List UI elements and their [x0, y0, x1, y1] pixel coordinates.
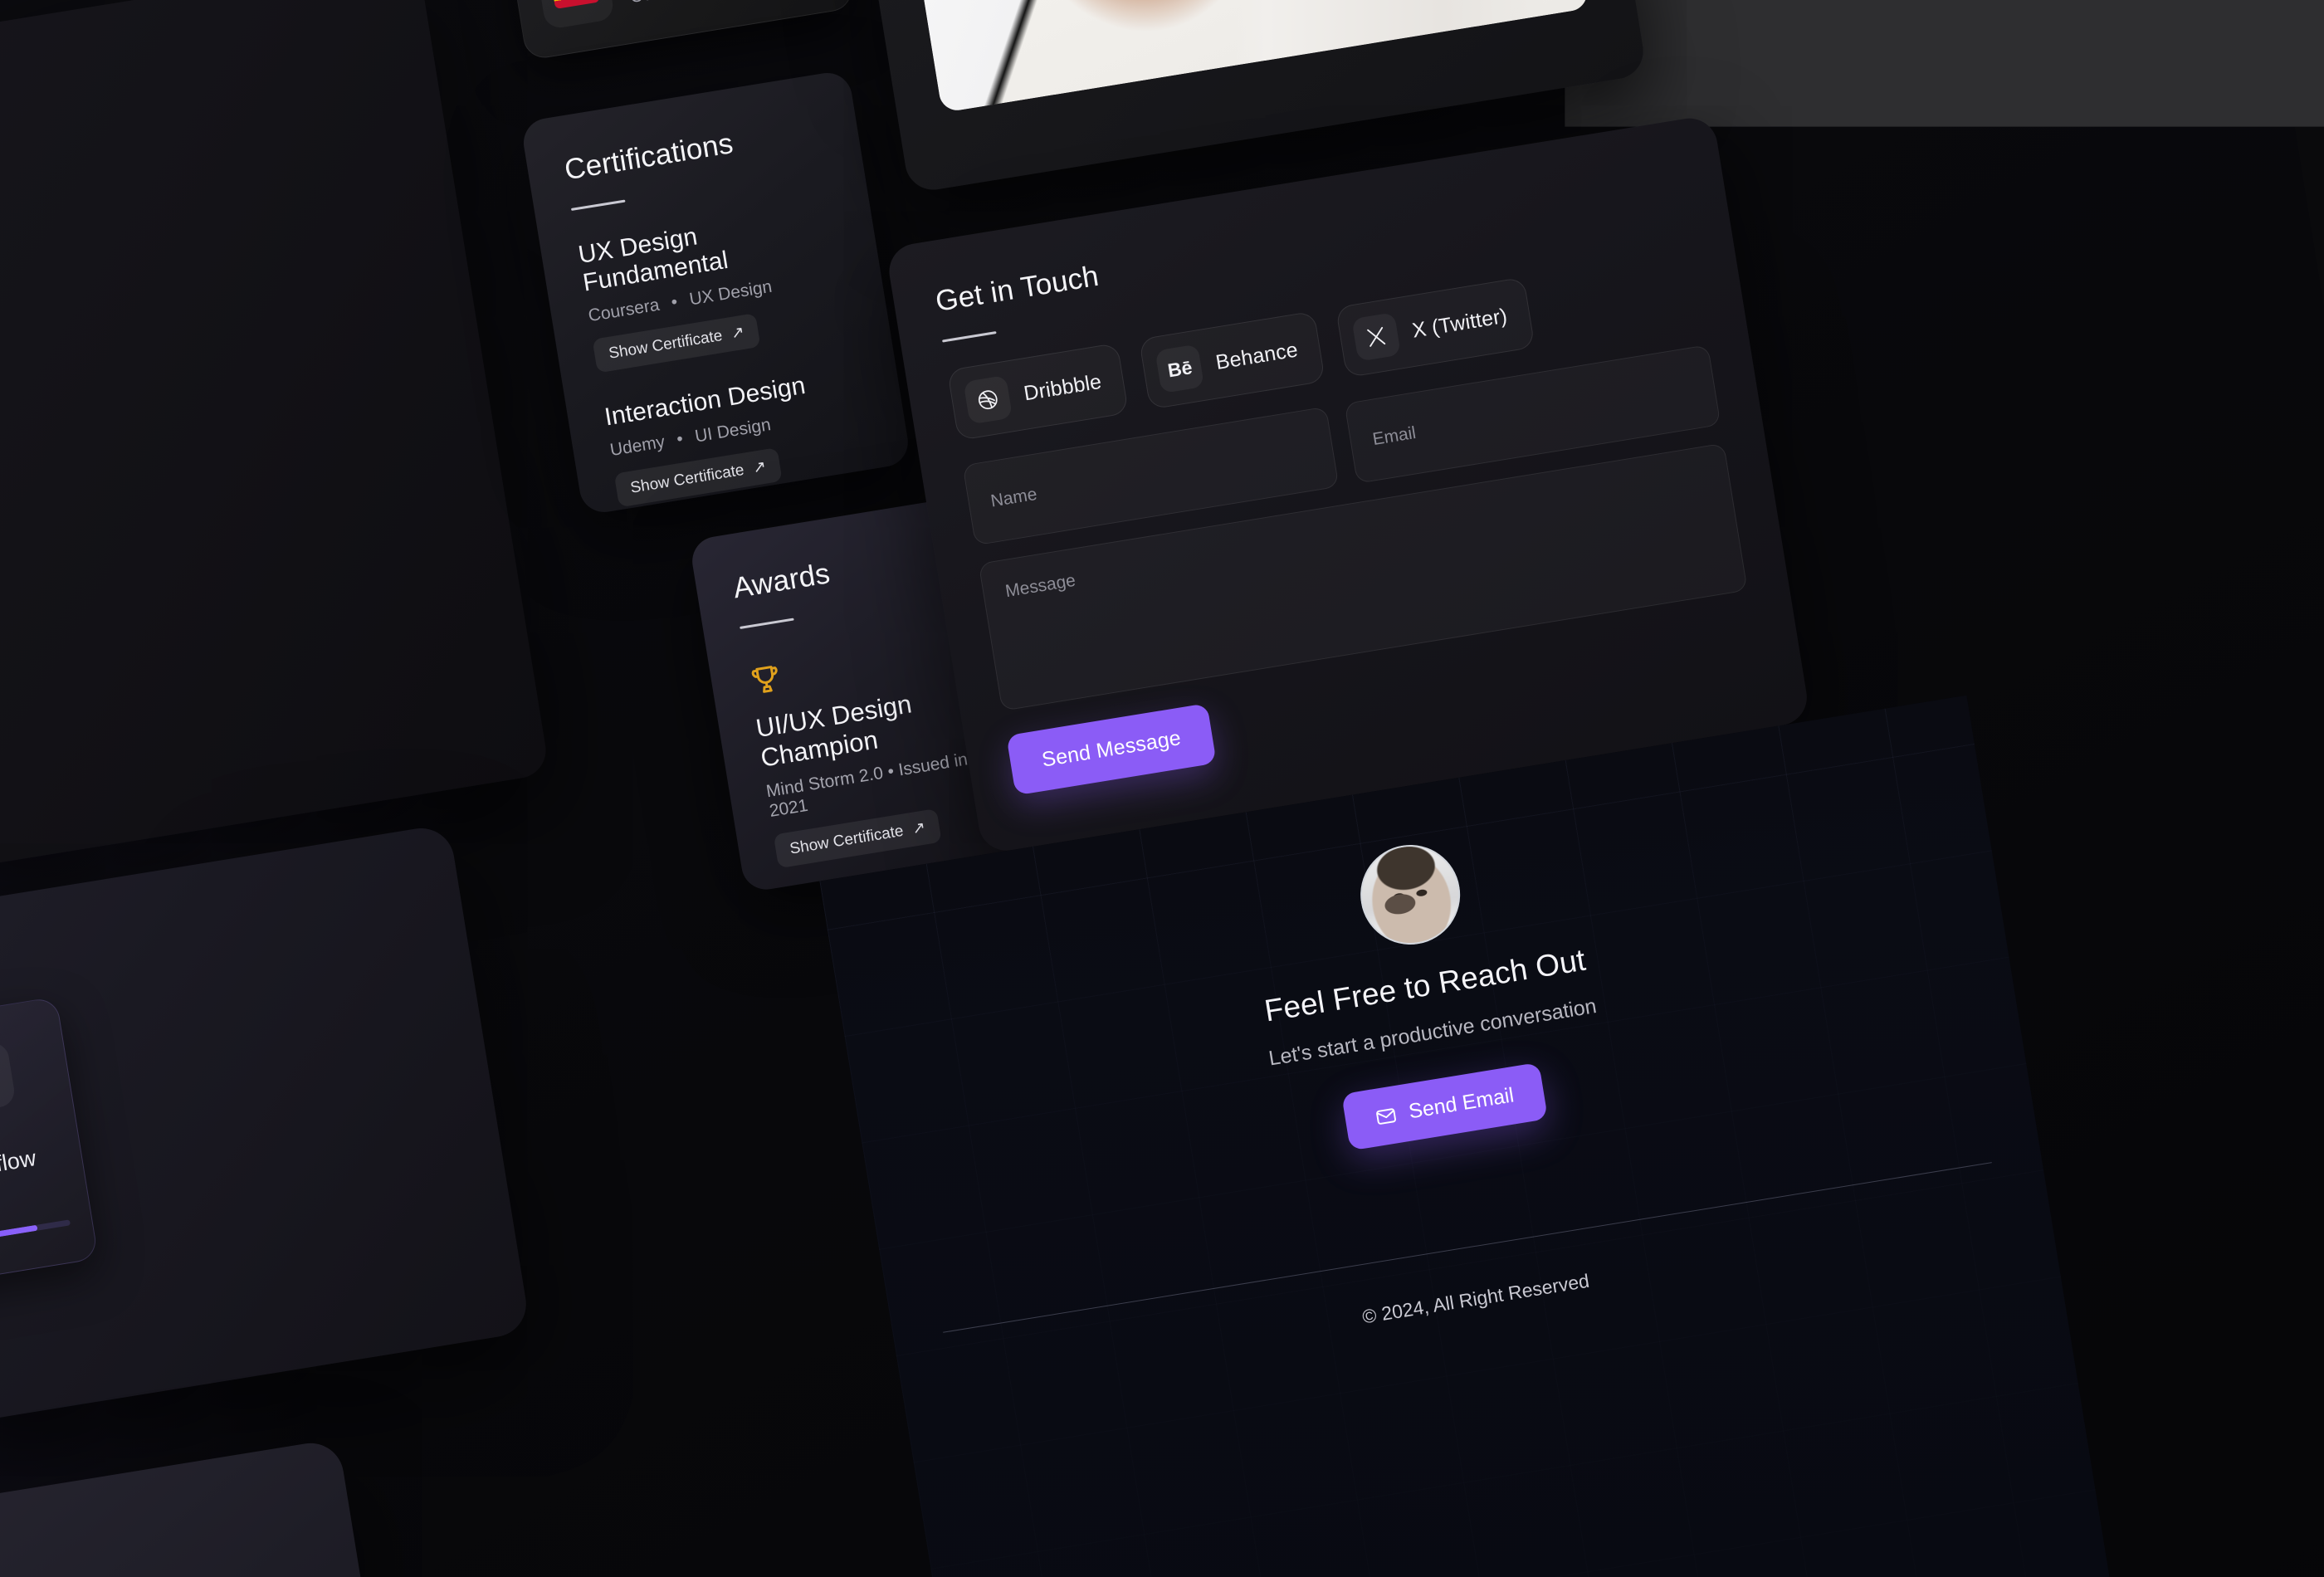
meta-separator: •	[886, 761, 896, 782]
send-message-button[interactable]: Send Message	[1006, 703, 1217, 796]
show-certificate-label: Show Certificate	[629, 461, 745, 497]
social-link-label: Dribbble	[1022, 369, 1103, 405]
show-certificate-label: Show Certificate	[607, 326, 724, 363]
social-link-label: X (Twitter)	[1410, 304, 1509, 343]
title-rule	[740, 618, 794, 629]
person-holding-phone-photo	[860, 0, 1590, 114]
desktop-corner-backdrop	[1565, 0, 2324, 127]
spain-flag-icon	[535, 0, 616, 31]
show-certificate-button[interactable]: Show Certificate ↗	[592, 313, 761, 374]
certification-provider: Udemy	[608, 432, 666, 461]
language-level: Conversional	[628, 0, 732, 7]
arrow-up-right-icon: ↗	[751, 457, 768, 477]
certification-category: UI Design	[693, 415, 773, 447]
dribbble-icon	[963, 374, 1013, 425]
social-link-x-twitter[interactable]: X (Twitter)	[1335, 276, 1536, 378]
certification-item: UX Design Fundamental Coursera • UX Desi…	[576, 201, 853, 374]
social-link-behance[interactable]: Bē Behance	[1139, 310, 1326, 410]
webflow-icon	[0, 1040, 17, 1116]
x-twitter-icon	[1351, 312, 1402, 362]
arrow-up-right-icon: ↗	[730, 323, 746, 343]
certification-category: UX Design	[687, 276, 774, 310]
tool-progress-track	[0, 1219, 71, 1247]
mail-icon	[1374, 1104, 1399, 1129]
profile-avatar	[1353, 837, 1467, 952]
certification-provider: Coursera	[587, 295, 662, 326]
title-rule	[942, 331, 997, 343]
certifications-title: Certifications	[562, 127, 736, 187]
meta-separator: •	[675, 429, 685, 450]
show-certificate-label: Show Certificate	[788, 822, 905, 858]
tool-card-webflow[interactable]: Webflow	[0, 996, 99, 1287]
send-email-label: Send Email	[1407, 1083, 1516, 1124]
photo-fill	[860, 0, 1590, 114]
social-link-label: Behance	[1213, 337, 1300, 374]
arrow-up-right-icon: ↗	[911, 818, 927, 838]
social-link-dribbble[interactable]: Dribbble	[946, 342, 1130, 442]
copyright-text: © 2024, All Right Reserved	[1360, 1269, 1591, 1328]
certifications-card: Certifications UX Design Fundamental Cou…	[520, 69, 912, 516]
send-email-button[interactable]: Send Email	[1341, 1062, 1548, 1151]
tool-name: Webflow	[0, 1145, 38, 1184]
title-rule	[570, 199, 626, 212]
tool-progress-fill	[0, 1224, 38, 1247]
behance-icon: Bē	[1155, 344, 1205, 394]
screenshot-stage: ss consulting, industries. business cons…	[0, 0, 2324, 1577]
meta-separator: •	[670, 292, 679, 313]
rotated-page-scene: ss consulting, industries. business cons…	[0, 0, 2324, 1577]
show-certificate-button[interactable]: Show Certificate ↗	[773, 808, 942, 869]
